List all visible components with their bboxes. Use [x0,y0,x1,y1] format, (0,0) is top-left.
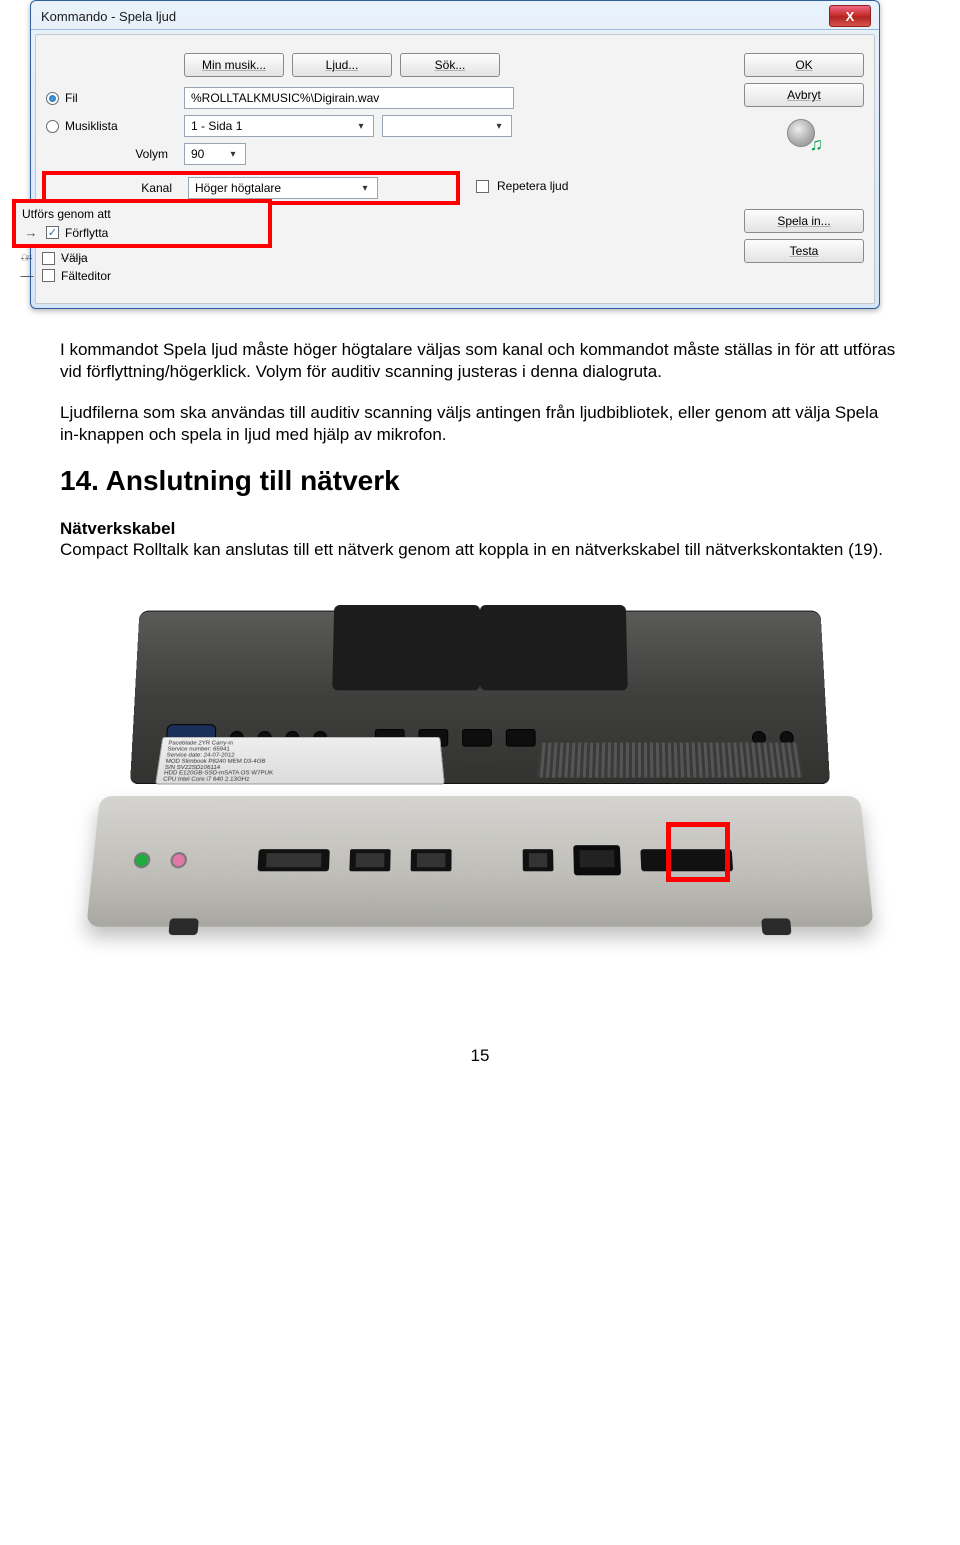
channel-combo[interactable]: Höger högtalare ▾ [188,177,378,199]
record-button[interactable]: Spela in... [744,209,864,233]
file-path-input[interactable] [184,87,514,109]
file-radio[interactable] [46,92,59,105]
device-rear-panel: Paceblade 2YR Carry-in Service number: 6… [130,611,830,784]
dialog-body: Min musik... Ljud... Sök... Fil [35,34,875,304]
paragraph-1: I kommandot Spela ljud måste höger högta… [60,339,900,384]
rubber-foot [761,919,791,936]
move-checkbox[interactable] [46,226,59,239]
arrow-right-icon: → [22,225,40,240]
my-music-button[interactable]: Min musik... [184,53,284,77]
volume-label: Volym [135,147,168,161]
vent-grille [537,743,803,778]
repeat-label: Repetera ljud [497,179,568,193]
fieldeditor-label: Fälteditor [61,269,111,283]
file-radio-label: Fil [65,91,78,105]
ok-button[interactable]: OK [744,53,864,77]
play-sound-dialog: Kommando - Spela ljud X Min musik... Lju… [30,0,880,309]
music-icon: ♫ [787,119,821,153]
usb-port-icon [506,729,536,747]
perform-by-label: Utförs genom att [22,207,262,221]
document-body: I kommandot Spela ljud måste höger högta… [60,339,900,561]
dash-icon: — [18,268,36,283]
dialog-title: Kommando - Spela ljud [41,9,829,24]
esata-port-icon [257,849,329,871]
close-button[interactable]: X [829,5,871,27]
move-label: Förflytta [65,226,108,240]
sound-button[interactable]: Ljud... [292,53,392,77]
port-icon [523,849,554,871]
playlist-combo-2[interactable]: ▾ [382,115,512,137]
service-sticker: Paceblade 2YR Carry-in Service number: 6… [155,737,445,785]
close-icon: X [846,9,855,24]
ethernet-highlight [666,822,730,882]
search-button[interactable]: Sök... [400,53,500,77]
mount-bracket [332,605,480,690]
dialog-titlebar: Kommando - Spela ljud X [31,1,879,30]
perform-highlight: Utförs genom att → Förflytta [12,199,272,248]
headphone-jack-icon [133,852,151,868]
chevron-down-icon: ▾ [491,121,507,132]
usb-port-icon [411,849,452,871]
fieldeditor-checkbox[interactable] [42,269,55,282]
chevron-down-icon: ▾ [225,149,241,160]
paragraph-3: Compact Rolltalk kan anslutas till ett n… [60,539,900,561]
chevron-down-icon: ▾ [357,183,373,194]
heading-14: 14. Anslutning till nätverk [60,465,900,497]
select-label: Välja [61,251,88,265]
playlist-combo[interactable]: 1 - Sida 1 ▾ [184,115,374,137]
chevron-down-icon: ▾ [353,121,369,132]
mic-jack-icon [170,852,188,868]
usb-port-icon [349,849,390,871]
playlist-radio-label: Musiklista [65,119,118,133]
ethernet-port-icon [573,845,621,875]
device-illustration: Paceblade 2YR Carry-in Service number: 6… [80,586,880,1006]
page-number: 15 [60,1046,900,1066]
subheading-cable: Nätverkskabel [60,519,900,539]
hand-icon: ☞ [18,250,36,266]
mount-bracket [480,605,628,690]
select-checkbox[interactable] [42,252,55,265]
rubber-foot [168,919,198,936]
usb-port-icon [462,729,492,747]
paragraph-2: Ljudfilerna som ska användas till auditi… [60,402,900,447]
volume-combo[interactable]: 90 ▾ [184,143,246,165]
test-button[interactable]: Testa [744,239,864,263]
repeat-checkbox[interactable] [476,180,489,193]
channel-label: Kanal [141,181,172,195]
playlist-radio[interactable] [46,120,59,133]
cancel-button[interactable]: Avbryt [744,83,864,107]
device-front-panel [86,796,874,927]
